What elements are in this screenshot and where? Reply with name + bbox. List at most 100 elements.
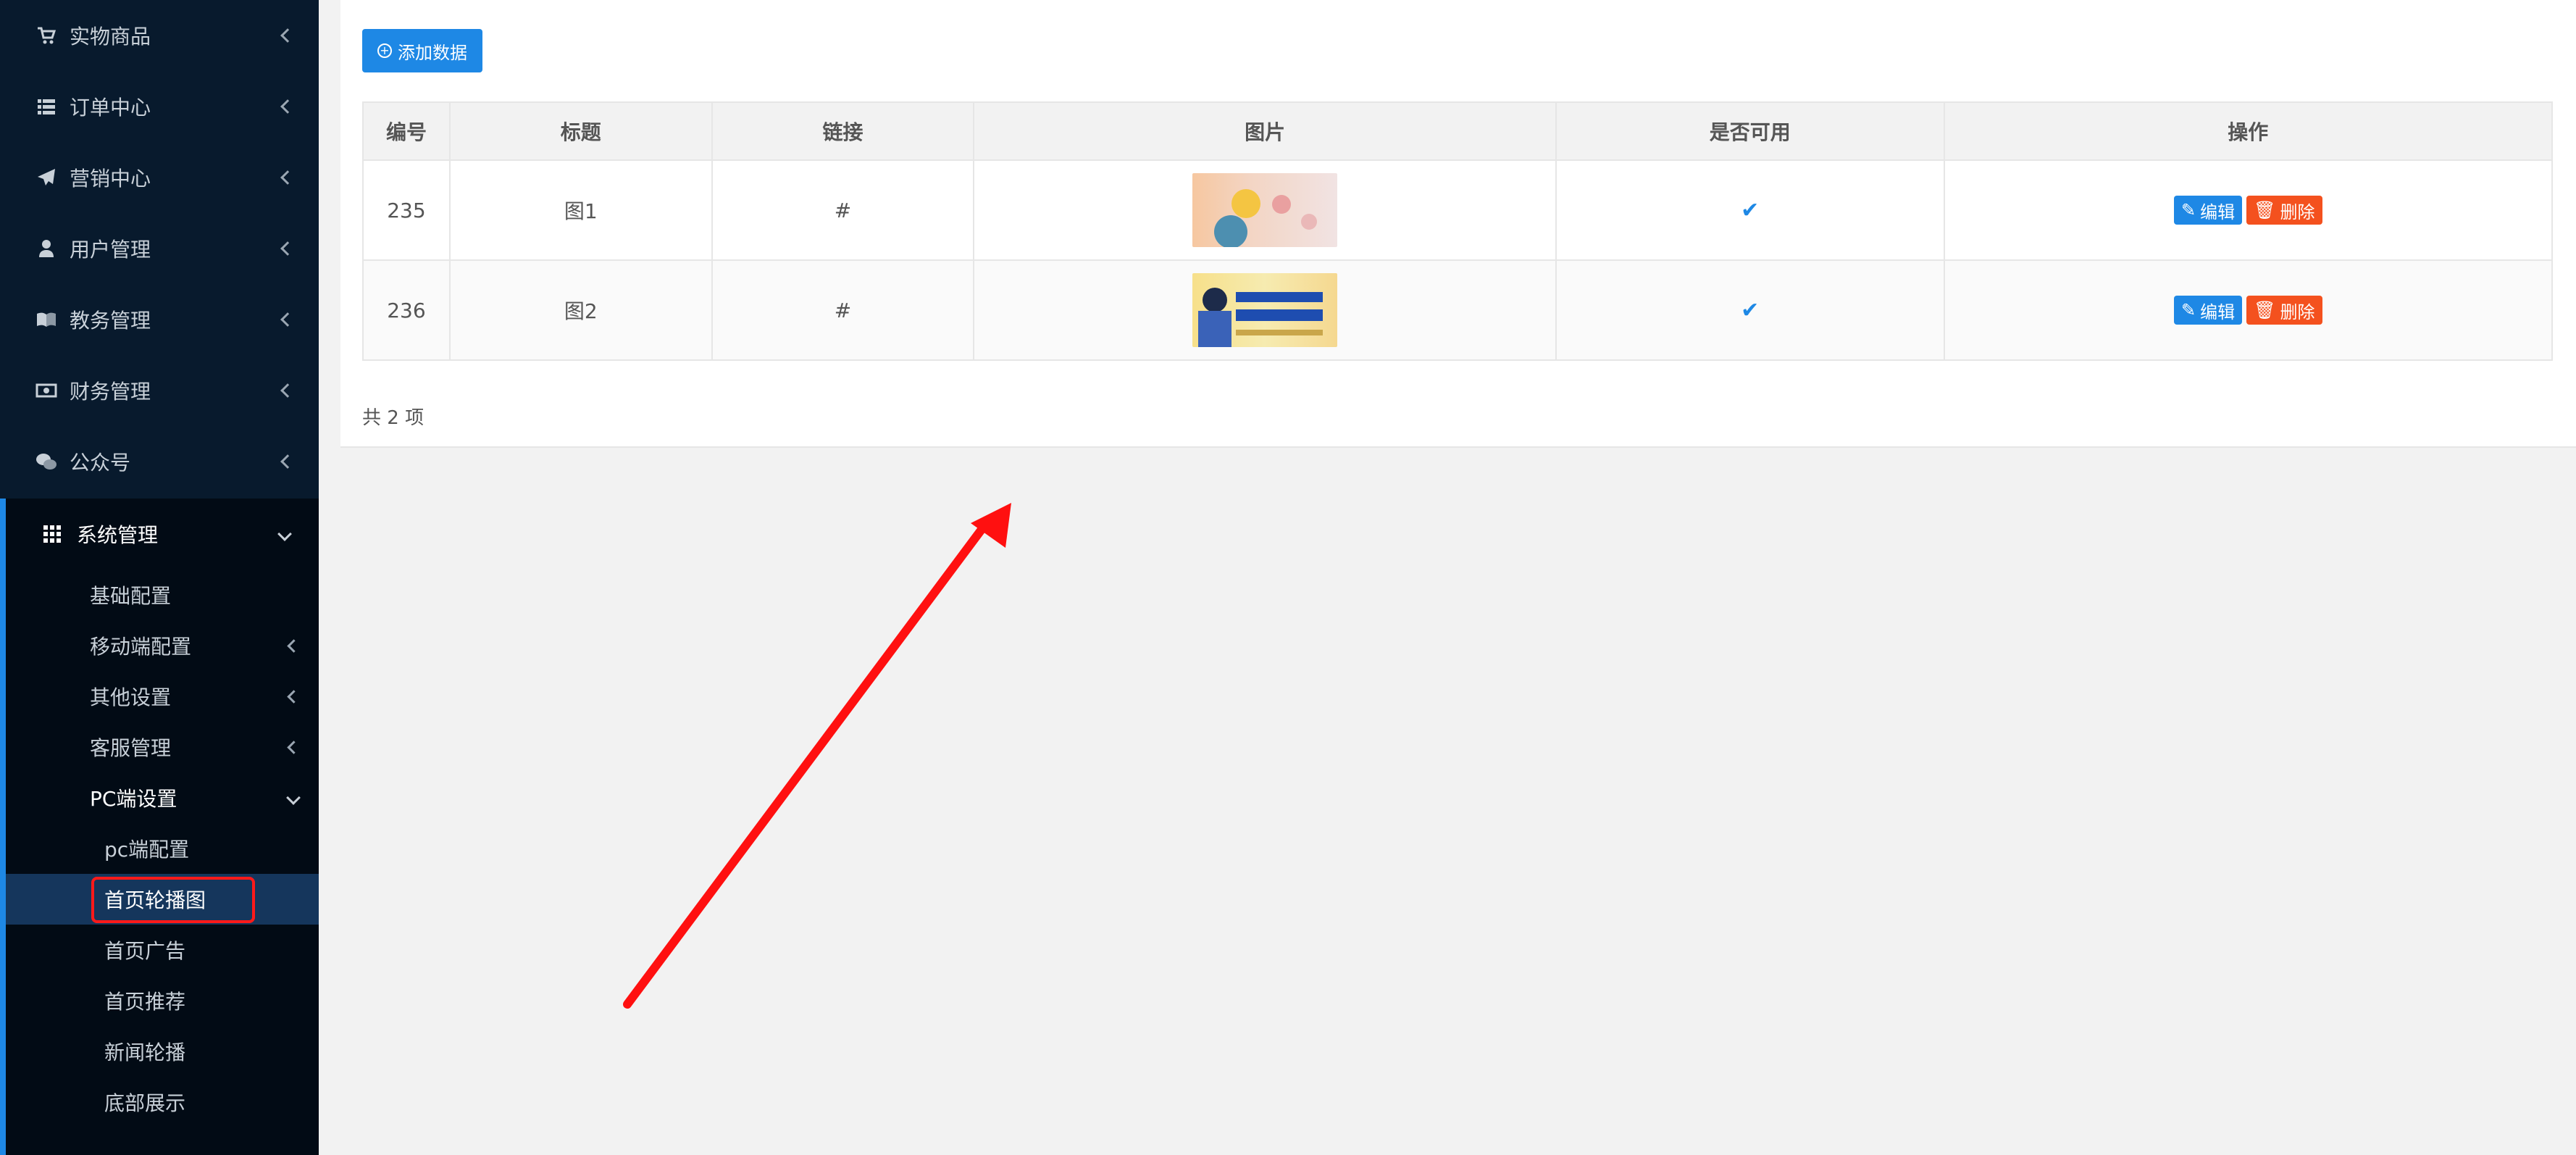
data-table: 编号 标题 链接 图片 是否可用 操作 235 图1 # ✔ ✎ 编辑 🗑 删除… [362,101,2554,361]
sidebar-item-label: 首页推荐 [104,990,186,1014]
cell-title: 图1 [448,159,713,261]
chevron-left-icon [280,241,295,256]
cell-link: # [711,259,975,361]
sidebar-item-label: 移动端配置 [90,635,192,659]
delete-label: 删除 [2280,201,2315,222]
sidebar-item-orders[interactable]: 订单中心 [0,71,319,142]
cell-id: 236 [362,259,451,361]
cell-image [973,259,1557,361]
money-icon [35,379,58,402]
chevron-left-icon [287,740,301,754]
delete-button[interactable]: 🗑 删除 [2246,196,2322,225]
trash-icon: 🗑 [2254,200,2276,220]
sidebar-item-pc-config[interactable]: pc端配置 [6,823,319,874]
cell-enabled: ✔ [1555,159,1945,261]
highlight-box [91,877,255,923]
pencil-icon: ✎ [2180,200,2196,220]
cart-icon [35,24,58,47]
cell-image [973,159,1557,261]
sidebar-item-label: 用户管理 [70,238,151,262]
sidebar-item-label: 新闻轮播 [104,1041,186,1064]
sidebar-item-mobile-config[interactable]: 移动端配置 [6,620,319,671]
column-header-image: 图片 [973,101,1557,161]
edit-label: 编辑 [2200,301,2236,322]
chevron-down-icon [277,527,292,541]
table-header-row: 编号 标题 链接 图片 是否可用 操作 [362,101,2554,161]
sidebar-item-basic-config[interactable]: 基础配置 [6,570,319,620]
wechat-icon [35,450,58,473]
table-row: 235 图1 # ✔ ✎ 编辑 🗑 删除 [362,159,2554,261]
chevron-left-icon [287,689,301,704]
grid-icon [41,522,64,546]
sidebar-item-label: 财务管理 [70,380,151,404]
sidebar: 实物商品 订单中心 营销中心 用户管理 教务管理 财务管理 公众号 系统管理 基… [0,0,319,1155]
banner-thumbnail[interactable] [1192,273,1338,347]
cell-link: # [711,159,975,261]
sidebar-item-footer-display[interactable]: 底部展示 [6,1077,319,1127]
sidebar-item-label: 营销中心 [70,167,151,191]
column-header-link: 链接 [711,101,975,161]
sidebar-item-label: 系统管理 [77,523,159,547]
sidebar-item-marketing[interactable]: 营销中心 [0,142,319,213]
plus-circle-icon: + [377,43,392,58]
edit-button[interactable]: ✎ 编辑 [2173,196,2243,225]
content-panel: + 添加数据 编号 标题 链接 图片 是否可用 操作 235 图1 # ✔ ✎ … [340,0,2576,448]
sidebar-item-label: 其他设置 [90,685,172,709]
add-data-button[interactable]: + 添加数据 [362,29,482,72]
chevron-left-icon [280,312,295,327]
chevron-left-icon [280,383,295,398]
check-icon: ✔ [1741,297,1760,323]
column-header-enabled: 是否可用 [1555,101,1945,161]
sidebar-item-label: PC端设置 [90,787,177,811]
delete-button[interactable]: 🗑 删除 [2246,296,2322,325]
cell-actions: ✎ 编辑 🗑 删除 [1943,159,2554,261]
chevron-left-icon [280,454,295,469]
chevron-left-icon [280,28,295,43]
pagination-total: 共 2 项 [362,407,425,429]
sidebar-item-pc-settings[interactable]: PC端设置 [6,772,319,823]
sidebar-item-label: 教务管理 [70,309,151,333]
column-header-title: 标题 [448,101,713,161]
edit-button[interactable]: ✎ 编辑 [2173,296,2243,325]
sidebar-item-home-recommend[interactable]: 首页推荐 [6,975,319,1026]
sidebar-item-customer-service[interactable]: 客服管理 [6,722,319,772]
sidebar-item-label: 客服管理 [90,736,172,760]
cell-actions: ✎ 编辑 🗑 删除 [1943,259,2554,361]
check-icon: ✔ [1741,197,1760,223]
trash-icon: 🗑 [2254,300,2276,320]
sidebar-item-label: 首页广告 [104,939,186,963]
sidebar-item-label: 基础配置 [90,584,172,608]
sidebar-item-finance[interactable]: 财务管理 [0,355,319,426]
chevron-left-icon [280,99,295,114]
sidebar-item-wechat[interactable]: 公众号 [0,426,319,497]
sidebar-item-home-carousel[interactable]: 首页轮播图 [6,874,319,925]
user-icon [35,237,58,260]
delete-label: 删除 [2280,301,2315,322]
sidebar-item-other-settings[interactable]: 其他设置 [6,671,319,722]
sidebar-item-label: 实物商品 [70,25,151,49]
sidebar-item-label: 订单中心 [70,96,151,120]
paper-plane-icon [35,166,58,189]
chevron-left-icon [280,170,295,185]
edit-label: 编辑 [2200,201,2236,222]
sidebar-item-users[interactable]: 用户管理 [0,213,319,284]
column-header-actions: 操作 [1943,101,2554,161]
sidebar-item-label: 底部展示 [104,1091,186,1115]
sidebar-item-education[interactable]: 教务管理 [0,284,319,355]
column-header-id: 编号 [362,101,451,161]
banner-thumbnail[interactable] [1192,173,1338,247]
sidebar-system-group: 系统管理 基础配置 移动端配置 其他设置 客服管理 PC端设置 pc端配置 首页… [0,499,319,1155]
sidebar-item-label: 公众号 [70,451,131,475]
chevron-down-icon [286,791,301,805]
add-data-label: 添加数据 [398,42,467,63]
cell-enabled: ✔ [1555,259,1945,361]
sidebar-item-system[interactable]: 系统管理 [6,499,319,570]
sidebar-item-home-ads[interactable]: 首页广告 [6,925,319,975]
list-icon [35,95,58,118]
sidebar-item-news-carousel[interactable]: 新闻轮播 [6,1026,319,1077]
cell-id: 235 [362,159,451,261]
chevron-left-icon [287,638,301,653]
sidebar-item-label: pc端配置 [104,838,190,862]
sidebar-item-goods[interactable]: 实物商品 [0,0,319,71]
table-row: 236 图2 # ✔ ✎ 编辑 🗑 删除 [362,259,2554,361]
